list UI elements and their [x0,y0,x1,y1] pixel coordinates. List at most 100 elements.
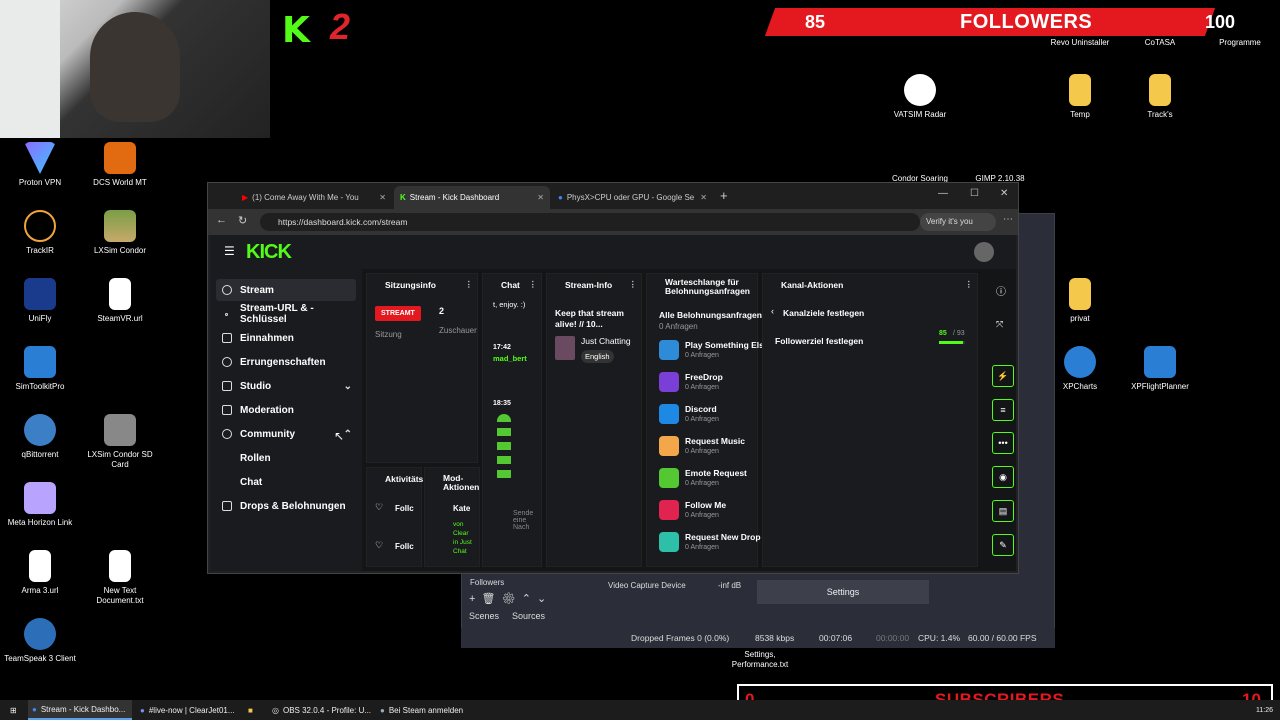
verify-button[interactable]: Verify it's you [920,213,996,231]
sidebar-item-rollen[interactable]: Rollen [216,447,356,469]
taskbar-item-explorer[interactable]: ■ [244,700,262,720]
reward-item[interactable]: Request New Drop 0 Anfragen [659,530,769,560]
desktop-icon-arma[interactable]: Arma 3.url [0,550,80,596]
obs-source-followers[interactable]: Followers [470,578,504,587]
chat-bubble-icon[interactable]: ••• [992,432,1014,454]
lightning-icon[interactable]: ⚡ [992,365,1014,387]
file-icon [109,278,131,310]
sidebar-item-einnahmen[interactable]: Einnahmen [216,327,356,349]
kick-logo[interactable]: KICK [246,241,292,264]
layout-icon[interactable]: ▤ [992,500,1014,522]
reward-item[interactable]: Request Music 0 Anfragen [659,434,769,464]
chevron-down-icon: ⌄ [343,380,352,392]
reward-item[interactable]: FreeDrop 0 Anfragen [659,370,769,400]
avatar[interactable] [974,242,994,262]
desktop-icon-revo[interactable]: Revo Uninstaller [1040,38,1120,48]
sidebar-item-drops[interactable]: Drops & Belohnungen [216,495,356,517]
desktop-icon-tracks[interactable]: Track's [1120,74,1200,120]
status-badge: STREAMT [375,306,421,321]
sidebar-item-stream[interactable]: Stream [216,279,356,301]
followers-goal: 100 [1205,12,1236,32]
taskbar-item-chrome[interactable]: ● Stream - Kick Dashbo... [28,700,132,720]
queue-all[interactable]: Alle Belohnungsanfragen [659,310,762,320]
clock[interactable]: 11:26 [1252,700,1280,720]
broadcast-icon[interactable]: ◉ [992,466,1014,488]
address-bar: ← ↻ https://dashboard.kick.com/stream Ve… [208,209,1018,235]
desktop-icon-meta[interactable]: Meta Horizon Link [0,482,80,528]
desktop-icon-lxsim-sd[interactable]: LXSim Condor SD Card [80,414,160,470]
desktop-icon-temp[interactable]: Temp [1040,74,1120,120]
more-icon[interactable]: ⋮ [465,279,474,290]
obs-settings-button[interactable]: Settings [757,580,929,604]
kick-k-logo: K [282,10,310,51]
more-menu-icon[interactable]: ⋯ [1003,214,1013,225]
desktop-icon-cotasa[interactable]: CoTASA [1120,38,1200,48]
taskbar-item-discord[interactable]: ● #live-now | ClearJet01... [136,700,240,720]
document-icon[interactable]: ≡ [992,399,1014,421]
wrench-icon[interactable]: ✎ [992,534,1014,556]
reward-item[interactable]: Follow Me 0 Anfragen [659,498,769,528]
tab-youtube[interactable]: ▶ (1) Come Away With Me - You ✕ [236,186,392,209]
windows-start-icon[interactable]: ⊞ [6,700,22,720]
refresh-icon[interactable]: ↻ [238,214,247,227]
lxsim-icon [104,210,136,242]
desktop-icon-gimp[interactable]: GIMP 2.10.38 [960,142,1040,184]
sidebar-item-stream-url[interactable]: Stream-URL & -Schlüssel [216,303,356,325]
desktop-icon-condor[interactable]: Condor Soaring [880,142,960,184]
sidebar-item-chat[interactable]: Chat [216,471,356,493]
desktop-icon-newtext[interactable]: New Text Document.txt [80,550,160,606]
desktop-icon-steamvr[interactable]: SteamVR.url [80,278,160,324]
more-icon[interactable]: ⋮ [965,279,974,290]
desktop-icon-lxsim[interactable]: LXSim Condor [80,210,160,256]
channel-goals-back[interactable]: Kanalziele festlegen [783,308,864,318]
panel-header: Chat ⋮ [501,279,538,290]
kick-dashboard: ☰ KICK Stream Stream-URL & -Schlüssel Ei… [210,235,1016,571]
desktop-icon-simtoolkit[interactable]: SimToolkitPro [0,346,80,392]
tab-google[interactable]: ● PhysX>CPU oder GPU - Google Se ✕ [552,186,708,209]
minimize-button[interactable]: — [938,188,948,199]
tab-kick[interactable]: K Stream - Kick Dashboard ✕ [394,186,550,209]
window-close-button[interactable]: ✕ [1000,188,1008,199]
more-icon[interactable]: ⋮ [529,279,538,290]
discord-icon: ● [140,705,145,715]
follower-goal-label[interactable]: Followerziel festlegen [775,336,863,346]
reward-item[interactable]: Emote Request 0 Anfragen [659,466,769,496]
desktop-icon-unifly[interactable]: UniFly [0,278,80,324]
obs-tab-scenes[interactable]: Scenes [469,611,499,621]
back-arrow-icon[interactable]: ← [216,214,227,226]
desktop-icon-programme[interactable]: Programme [1200,38,1280,48]
close-icon[interactable]: ✕ [373,193,386,202]
sidebar-item-errungenschaften[interactable]: Errungenschaften [216,351,356,373]
desktop-icon-settings-perf[interactable]: Settings, Performance.txt [720,650,800,670]
hamburger-icon[interactable]: ☰ [224,244,235,258]
new-tab-button[interactable]: + [720,188,728,203]
desktop-icon-trackir[interactable]: TrackIR [0,210,80,256]
browser-window: ▶ (1) Come Away With Me - You ✕ K Stream … [207,182,1019,574]
obs-toolbar[interactable]: + 🗑 ⚙ ⌃ ⌄ [469,592,546,605]
sidebar-item-studio[interactable]: Studio ⌄ [216,375,356,397]
stream-category[interactable]: Just Chatting [581,336,631,346]
stream-title: Keep that stream alive! // 10... [555,308,624,329]
desktop-icon-teamspeak[interactable]: TeamSpeak 3 Client [0,618,80,664]
chat-input[interactable]: Sende eine Nach [513,510,541,531]
taskbar-item-obs[interactable]: ◎ OBS 32.0.4 - Profile: U... [268,700,372,720]
url-field[interactable]: https://dashboard.kick.com/stream [260,213,920,231]
more-icon[interactable]: ⋮ [629,279,638,290]
chat-username[interactable]: mad_bert [493,354,527,363]
desktop-icon-xpflightplanner[interactable]: XPFlightPlanner [1120,346,1200,392]
reward-item[interactable]: Discord 0 Anfragen [659,402,769,432]
info-icon[interactable]: ⓘ [996,283,1006,298]
close-icon[interactable]: ✕ [531,193,544,202]
desktop-icon-dcs[interactable]: DCS World MT [80,142,160,188]
desktop-icon-qbittorrent[interactable]: qBittorrent [0,414,80,460]
taskbar-item-steam[interactable]: ● Bei Steam anmelden [376,700,480,720]
reward-item[interactable]: Play Something Els 0 Anfragen [659,338,769,368]
back-chevron-icon[interactable]: ‹ [771,306,774,316]
close-icon[interactable]: ✕ [694,193,707,202]
desktop-icon-vatsim[interactable]: VATSIM Radar [880,74,960,120]
desktop-icon-protonvpn[interactable]: Proton VPN [0,142,80,188]
obs-tab-sources[interactable]: Sources [512,611,545,621]
maximize-button[interactable]: ☐ [970,188,979,199]
expand-icon[interactable]: ⤧ [996,319,1003,330]
sidebar-item-moderation[interactable]: Moderation [216,399,356,421]
